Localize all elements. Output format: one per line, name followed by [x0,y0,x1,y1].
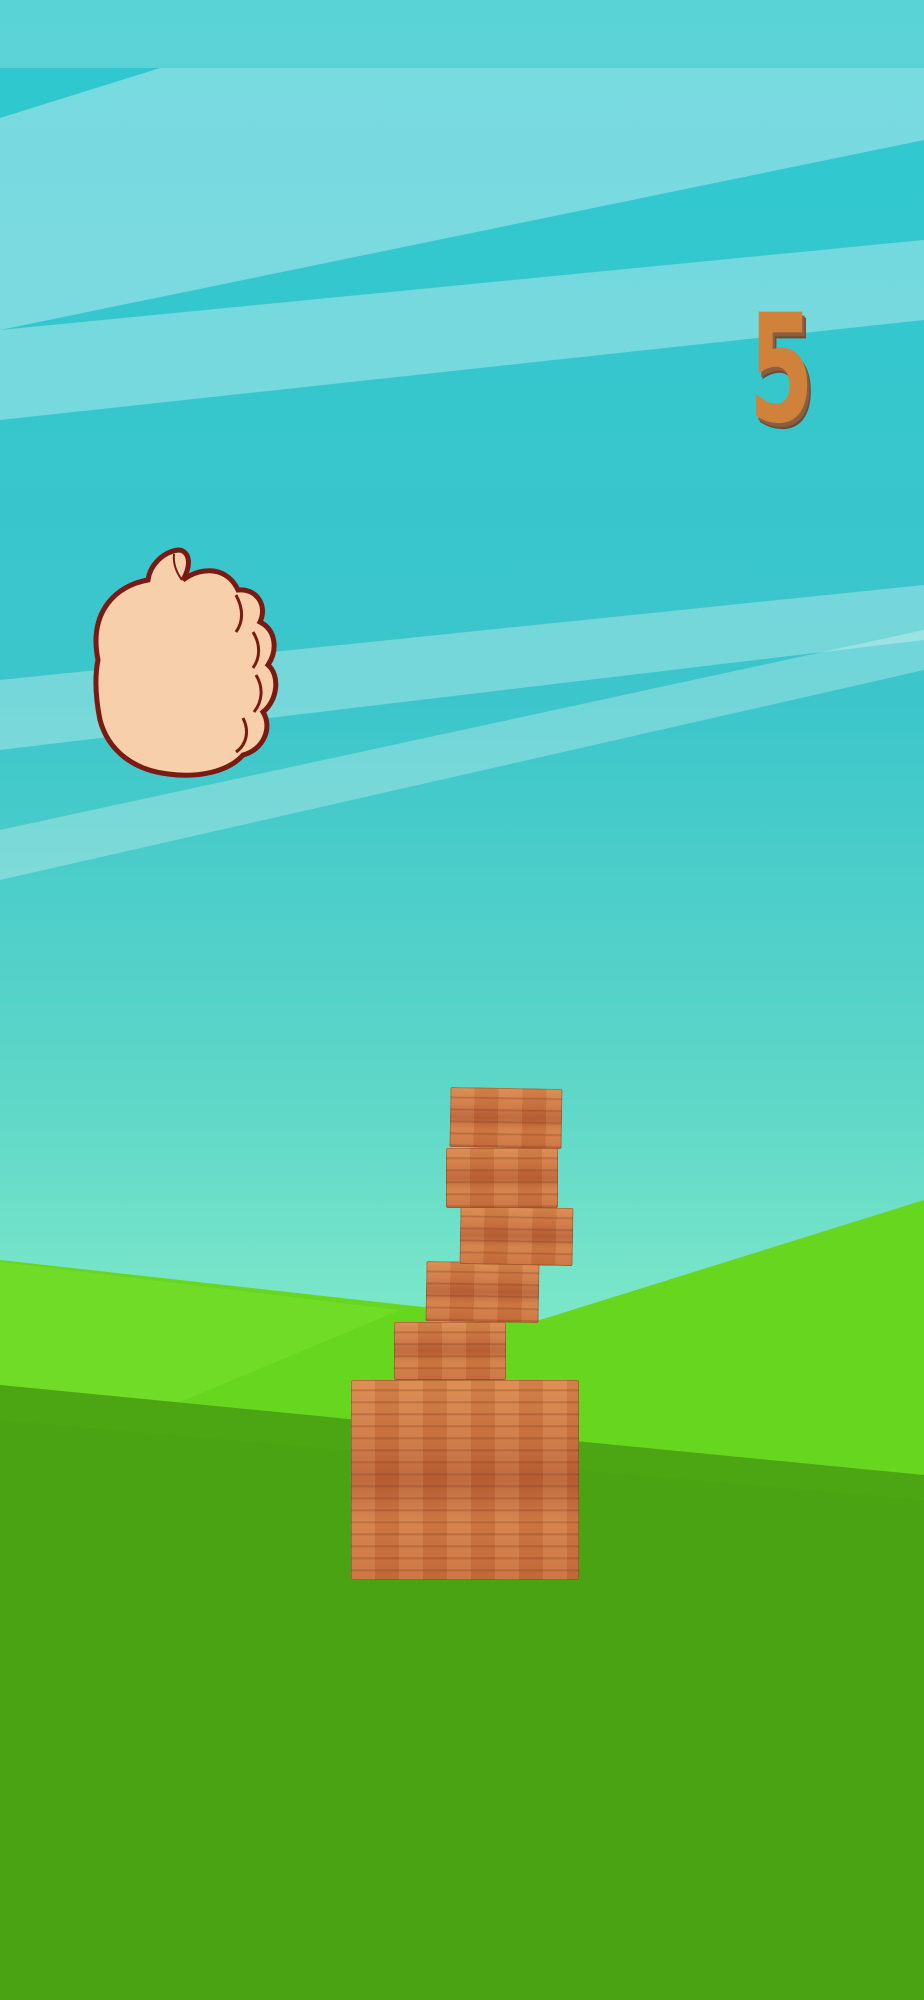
wood-block-2 [425,1261,540,1323]
wood-base-crate [351,1380,579,1580]
fist-hand-icon[interactable] [78,540,288,800]
score-counter: 5 [748,283,814,457]
wood-block-3 [459,1206,574,1266]
wood-block-4 [446,1148,558,1208]
game-stage[interactable]: 5 [0,0,924,2000]
wood-block-1 [394,1322,506,1380]
wood-block-5 [449,1087,563,1149]
